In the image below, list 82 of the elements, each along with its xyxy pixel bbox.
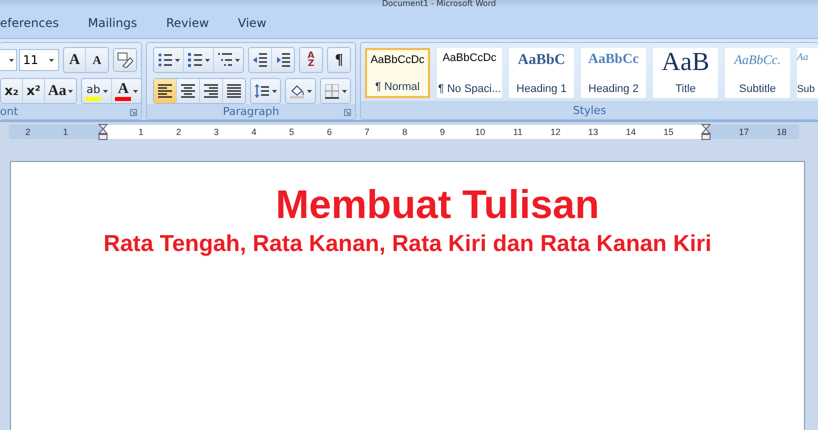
highlight-button[interactable]: ab <box>82 79 112 103</box>
sort-button[interactable]: AZ <box>300 48 322 72</box>
indent-marker-icon[interactable] <box>98 124 108 140</box>
style-preview: AaBbCcDc <box>442 52 496 64</box>
style-preview: AaBbC <box>518 52 566 69</box>
ribbon-tab[interactable]: Review <box>166 14 209 32</box>
clear-formatting-button[interactable] <box>113 48 137 72</box>
align-right-icon <box>203 83 219 99</box>
paint-bucket-icon <box>289 83 305 99</box>
font-size-field[interactable]: 11 <box>19 49 59 71</box>
style-preview: AaBbCcDc <box>370 54 424 66</box>
style-preview: AaBbCc. <box>734 52 781 68</box>
shrink-font-button[interactable]: A <box>86 48 108 72</box>
ruler-number: 13 <box>588 127 598 137</box>
ruler-number: 17 <box>738 127 749 137</box>
style-tile[interactable]: Aa Sub <box>797 48 818 98</box>
ruler-number: 7 <box>364 127 370 137</box>
ruler-number: 8 <box>402 127 408 137</box>
style-preview: AaB <box>662 52 710 72</box>
font-name-field[interactable] <box>0 49 17 71</box>
style-tile[interactable]: AaBbCcDc ¶ No Spaci... <box>437 48 502 98</box>
window-title: Document1 - Microsoft Word <box>382 0 496 8</box>
border-grid-icon <box>324 83 340 99</box>
ruler-number: 14 <box>626 127 636 137</box>
style-tile[interactable]: AaBbC Heading 1 <box>509 48 574 98</box>
style-preview: Aa <box>797 52 808 63</box>
ruler-number: 18 <box>776 127 787 137</box>
eraser-icon <box>117 52 133 68</box>
align-center-icon <box>180 83 196 99</box>
change-case-button[interactable]: Aa <box>45 79 76 103</box>
subscript-button[interactable]: x₂ <box>1 79 23 103</box>
style-name: Heading 1 <box>516 83 567 95</box>
style-name: Heading 2 <box>588 83 639 95</box>
justify-icon <box>226 83 242 99</box>
ribbon-tab[interactable]: Mailings <box>88 14 138 32</box>
superscript-button[interactable]: x² <box>23 79 45 103</box>
style-name: ¶ Normal <box>375 81 420 93</box>
ruler-number: 10 <box>475 127 486 137</box>
ruler-number: 2 <box>25 127 30 137</box>
group-label: ont <box>0 105 18 118</box>
font-color-button[interactable]: A <box>112 79 142 103</box>
indent-marker-icon[interactable] <box>701 124 712 140</box>
style-name: Subtitle <box>739 83 776 95</box>
ruler-number: 6 <box>326 127 332 137</box>
show-marks-button[interactable]: ¶ <box>328 48 350 72</box>
group-label: Styles <box>572 104 606 116</box>
ruler-number: 11 <box>513 127 522 137</box>
ruler-number: 1 <box>138 127 144 137</box>
style-tile[interactable]: AaB Title <box>653 48 718 98</box>
grow-font-button[interactable]: A <box>64 48 86 72</box>
dialog-launcher-icon[interactable] <box>130 109 137 116</box>
style-name: ¶ No Spaci... <box>438 83 501 95</box>
ribbon-tab[interactable]: View <box>238 14 266 32</box>
numbered-list-icon <box>187 52 203 68</box>
style-name: Title <box>675 83 696 95</box>
caret-icon <box>9 58 14 62</box>
group-label: Paragraph <box>222 105 280 118</box>
ruler-number: 5 <box>289 127 294 137</box>
ruler-number: 3 <box>214 127 219 137</box>
style-name: Sub <box>797 84 815 95</box>
align-left-icon <box>157 83 173 99</box>
increase-indent-icon <box>275 52 291 68</box>
style-tile[interactable]: AaBbCc Heading 2 <box>581 48 646 98</box>
document-subheading: Rata Tengah, Rata Kanan, Rata Kiri dan Rata Kanan Kiri <box>102 230 712 257</box>
style-preview: AaBbCc <box>588 52 639 68</box>
bullet-list-icon <box>157 52 173 68</box>
ruler-number: 15 <box>664 127 674 137</box>
dialog-launcher-icon[interactable] <box>344 109 351 116</box>
ruler-number: 9 <box>440 127 445 137</box>
style-tile[interactable]: AaBbCc. Subtitle <box>725 48 790 98</box>
ruler-number: 12 <box>550 127 560 137</box>
ruler-number: 2 <box>176 127 182 137</box>
document-heading: Membuat Tulisan <box>274 182 600 228</box>
align-left-button[interactable] <box>154 79 177 103</box>
ruler-number: 4 <box>251 127 256 137</box>
ruler-number: 1 <box>63 127 68 137</box>
line-spacing-icon <box>254 83 270 99</box>
decrease-indent-icon <box>252 52 268 68</box>
caret-icon <box>49 58 54 62</box>
multilevel-list-icon <box>217 52 233 68</box>
ribbon-tab[interactable]: eferences <box>0 14 59 32</box>
style-tile[interactable]: AaBbCcDc ¶ Normal <box>365 48 430 98</box>
